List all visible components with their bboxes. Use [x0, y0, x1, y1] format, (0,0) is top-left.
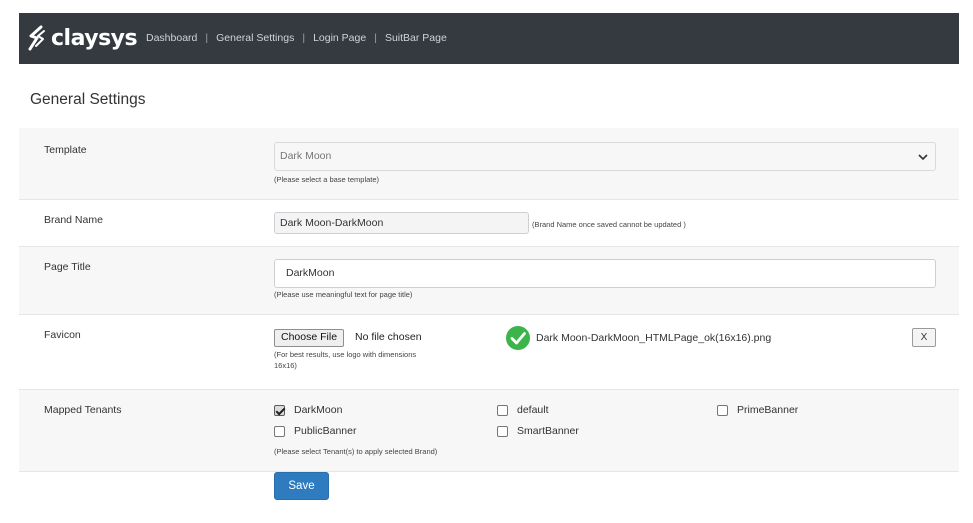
- favicon-hint-line2: 16x16): [274, 361, 297, 370]
- nav-general-settings[interactable]: General Settings: [216, 32, 294, 44]
- tenant-name: DarkMoon: [294, 404, 343, 416]
- brand-name-label: Brand Name: [44, 214, 103, 226]
- template-select-value: Dark Moon: [280, 150, 332, 162]
- tenant-name: SmartBanner: [517, 425, 579, 437]
- tenant-checkbox-default[interactable]: default: [497, 404, 549, 416]
- remove-file-button[interactable]: X: [912, 328, 936, 347]
- no-file-chosen-text: No file chosen: [355, 331, 422, 343]
- brand-logo[interactable]: claysys: [27, 24, 138, 52]
- choose-file-button[interactable]: Choose File: [274, 329, 345, 347]
- page-title-row: Page Title DarkMoon (Please use meaningf…: [19, 247, 959, 315]
- save-button[interactable]: Save: [274, 472, 329, 500]
- page-title-label: Page Title: [44, 261, 91, 273]
- page-title-input[interactable]: DarkMoon: [274, 259, 936, 288]
- template-row: Template Dark Moon (Please select a base…: [19, 128, 959, 200]
- main-nav: Dashboard | General Settings | Login Pag…: [146, 32, 447, 44]
- claysys-logo-icon: [28, 25, 45, 51]
- page-title: General Settings: [30, 91, 146, 108]
- brand-name-row: Brand Name Dark Moon-DarkMoon (Brand Nam…: [19, 200, 959, 247]
- template-hint: (Please select a base template): [274, 175, 380, 184]
- brand-logo-text: claysys: [51, 25, 138, 51]
- brand-name-input[interactable]: Dark Moon-DarkMoon: [274, 212, 529, 234]
- template-label: Template: [44, 144, 87, 156]
- top-navbar: claysys Dashboard | General Settings | L…: [19, 13, 959, 64]
- nav-login-page[interactable]: Login Page: [313, 32, 366, 44]
- page-title-hint: (Please use meaningful text for page tit…: [274, 290, 413, 299]
- nav-separator: |: [205, 32, 209, 44]
- nav-dashboard[interactable]: Dashboard: [146, 32, 197, 44]
- favicon-row: Favicon Choose File No file chosen (For …: [19, 315, 959, 390]
- chevron-down-icon: [918, 154, 928, 161]
- tenant-name: PublicBanner: [294, 425, 357, 437]
- mapped-tenants-row: Mapped Tenants DarkMoon default PrimeBan…: [19, 390, 959, 472]
- settings-content: General Settings Template Dark Moon (Ple…: [19, 64, 959, 511]
- checkbox-icon[interactable]: [497, 425, 508, 437]
- nav-suitbar-page[interactable]: SuitBar Page: [385, 32, 447, 44]
- checkbox-icon[interactable]: [497, 404, 508, 416]
- tenant-checkbox-publicbanner[interactable]: PublicBanner: [274, 425, 356, 437]
- brand-name-hint: (Brand Name once saved cannot be updated…: [532, 220, 686, 229]
- tenant-checkbox-darkmoon[interactable]: DarkMoon: [274, 404, 342, 416]
- tenants-hint: (Please select Tenant(s) to apply select…: [274, 447, 438, 456]
- template-select[interactable]: Dark Moon: [274, 142, 936, 171]
- nav-separator: |: [302, 32, 306, 44]
- tenant-checkbox-smartbanner[interactable]: SmartBanner: [497, 425, 579, 437]
- tenant-name: PrimeBanner: [737, 404, 799, 416]
- nav-separator: |: [374, 32, 377, 44]
- app-frame: claysys Dashboard | General Settings | L…: [19, 13, 959, 511]
- tenant-checkbox-primebanner[interactable]: PrimeBanner: [717, 404, 798, 416]
- tenant-name: default: [517, 404, 549, 416]
- mapped-tenants-label: Mapped Tenants: [44, 404, 122, 416]
- checkbox-icon[interactable]: [717, 404, 728, 416]
- check-circle-icon: [506, 326, 530, 350]
- favicon-label: Favicon: [44, 329, 81, 341]
- checkbox-checked-icon[interactable]: [274, 404, 285, 416]
- uploaded-file-name: Dark Moon-DarkMoon_HTMLPage_ok(16x16).pn…: [536, 332, 772, 344]
- favicon-hint-line1: (For best results, use logo with dimensi…: [274, 350, 417, 359]
- checkbox-icon[interactable]: [274, 425, 285, 437]
